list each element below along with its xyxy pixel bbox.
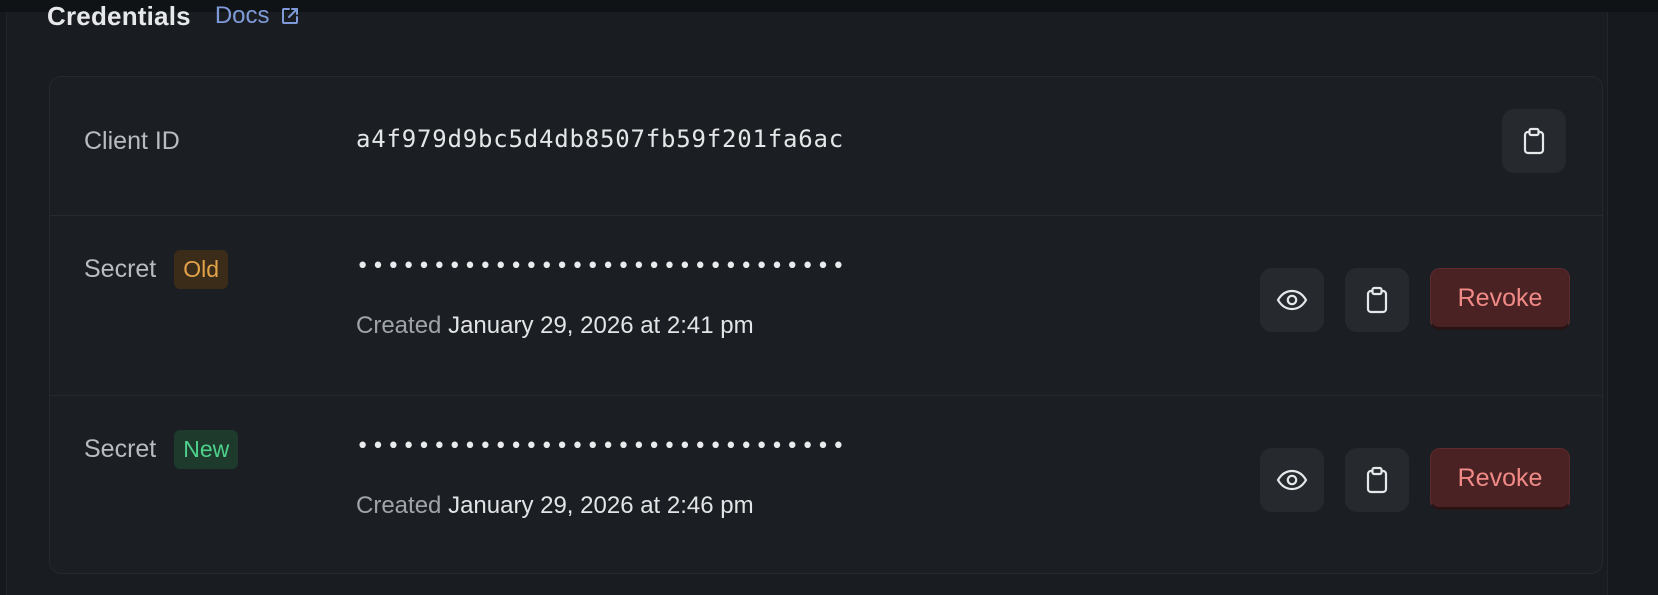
docs-link-label: Docs xyxy=(214,2,270,29)
section-heading: Credentials Docs xyxy=(47,1,300,50)
masked-secret: •••••••••••••••••••••••••••••••• xyxy=(356,434,848,459)
created-prefix: Created xyxy=(356,312,442,339)
secret-label: Secret xyxy=(84,435,157,463)
secret-label-group: Secret New xyxy=(84,430,239,469)
created-timestamp: Created January 29, 2026 at 2:46 pm xyxy=(356,492,754,520)
clipboard-icon xyxy=(1364,466,1390,494)
created-prefix: Created xyxy=(356,492,442,519)
status-badge-new: New xyxy=(174,430,239,469)
client-id-label: Client ID xyxy=(84,127,180,155)
eye-icon xyxy=(1276,289,1308,311)
secret-row-old: Secret Old •••••••••••••••••••••••••••••… xyxy=(50,215,1602,395)
secret-label-group: Secret Old xyxy=(84,250,229,289)
client-id-label-group: Client ID xyxy=(84,127,180,156)
reveal-secret-button[interactable] xyxy=(1260,448,1324,512)
status-badge-old: Old xyxy=(174,250,229,289)
revoke-button[interactable]: Revoke xyxy=(1430,268,1570,330)
copy-secret-button[interactable] xyxy=(1345,448,1409,512)
docs-link[interactable]: Docs xyxy=(215,2,300,30)
external-link-icon xyxy=(280,6,300,26)
masked-secret: •••••••••••••••••••••••••••••••• xyxy=(356,254,848,279)
section-title: Credentials xyxy=(47,0,191,31)
client-id-row: Client ID a4f979d9bc5d4db8507fb59f201fa6… xyxy=(50,77,1602,215)
revoke-button[interactable]: Revoke xyxy=(1430,448,1570,510)
credentials-panel: Credentials Docs Client ID a4f979d9bc5d4… xyxy=(6,1,1608,595)
copy-secret-button[interactable] xyxy=(1345,268,1409,332)
created-date: January 29, 2026 at 2:46 pm xyxy=(448,492,754,519)
clipboard-icon xyxy=(1521,127,1547,155)
created-date: January 29, 2026 at 2:41 pm xyxy=(448,312,754,339)
eye-icon xyxy=(1276,469,1308,491)
created-timestamp: Created January 29, 2026 at 2:41 pm xyxy=(356,312,754,340)
secret-row-new: Secret New •••••••••••••••••••••••••••••… xyxy=(50,395,1602,573)
credentials-card: Client ID a4f979d9bc5d4db8507fb59f201fa6… xyxy=(49,76,1603,574)
copy-client-id-button[interactable] xyxy=(1502,109,1566,173)
clipboard-icon xyxy=(1364,286,1390,314)
client-id-value[interactable]: a4f979d9bc5d4db8507fb59f201fa6ac xyxy=(356,125,844,153)
secret-label: Secret xyxy=(84,255,157,283)
reveal-secret-button[interactable] xyxy=(1260,268,1324,332)
